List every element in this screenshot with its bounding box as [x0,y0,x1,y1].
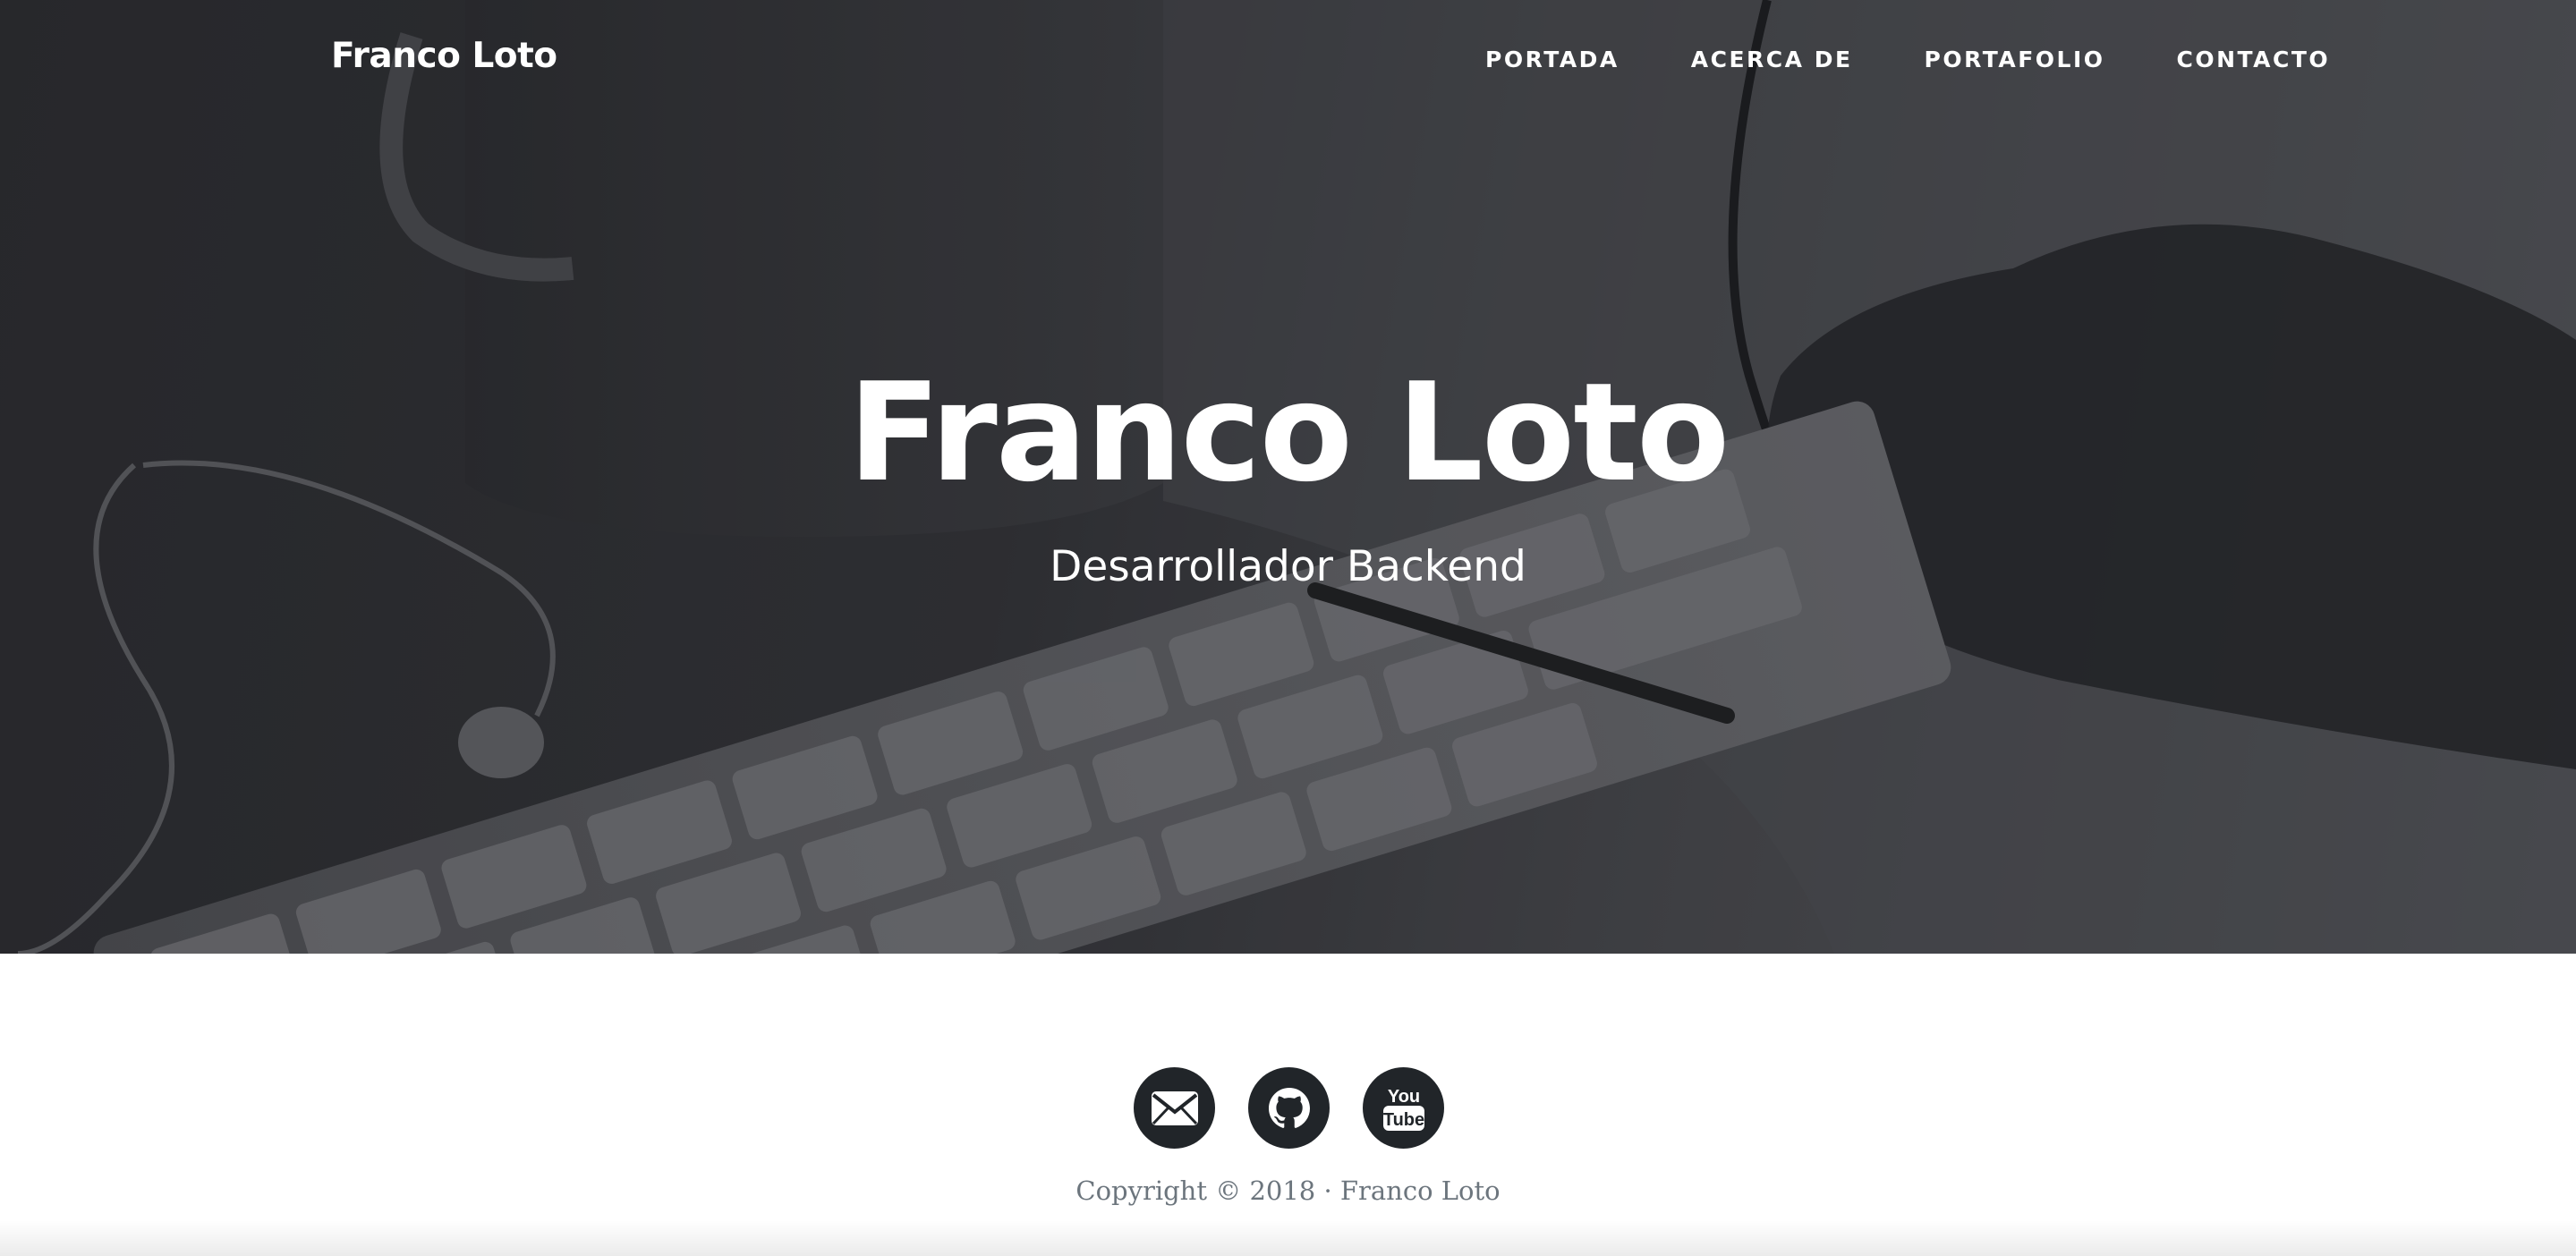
youtube-icon-text-bottom: Tube [1382,1110,1424,1130]
hero-header: Franco Loto PORTADA ACERCA DE PORTAFOLIO… [0,0,2576,954]
main-navbar: Franco Loto PORTADA ACERCA DE PORTAFOLIO… [0,0,2576,122]
hero-subtitle: Desarrollador Backend [1050,542,1526,591]
copyright-text: Copyright © 2018 · Franco Loto [1075,1175,1501,1206]
nav-item-portada: PORTADA [1485,47,1620,72]
brand-link[interactable]: Franco Loto [331,36,557,76]
youtube-button[interactable]: You Tube [1363,1067,1444,1149]
nav-link-portada[interactable]: PORTADA [1485,47,1620,72]
footer-bottom-shadow [0,1220,2576,1256]
nav-links: PORTADA ACERCA DE PORTAFOLIO CONTACTO [1485,47,2330,72]
envelope-icon [1151,1091,1198,1125]
page: Franco Loto PORTADA ACERCA DE PORTAFOLIO… [0,0,2576,1256]
social-links: You Tube [1134,1067,1444,1149]
github-button[interactable] [1248,1067,1330,1149]
nav-link-contacto[interactable]: CONTACTO [2177,47,2331,72]
hero-title: Franco Loto [847,353,1730,512]
footer: You Tube Copyright © 2018 · Franco Loto [0,954,2576,1256]
nav-item-contacto: CONTACTO [2177,47,2331,72]
email-button[interactable] [1134,1067,1215,1149]
nav-item-portafolio: PORTAFOLIO [1925,47,2105,72]
youtube-icon-text-top: You [1387,1087,1419,1107]
nav-item-acerca-de: ACERCA DE [1691,47,1853,72]
nav-link-portafolio[interactable]: PORTAFOLIO [1925,47,2105,72]
nav-link-acerca-de[interactable]: ACERCA DE [1691,47,1853,72]
youtube-icon: You Tube [1382,1087,1424,1131]
github-icon [1268,1087,1310,1128]
